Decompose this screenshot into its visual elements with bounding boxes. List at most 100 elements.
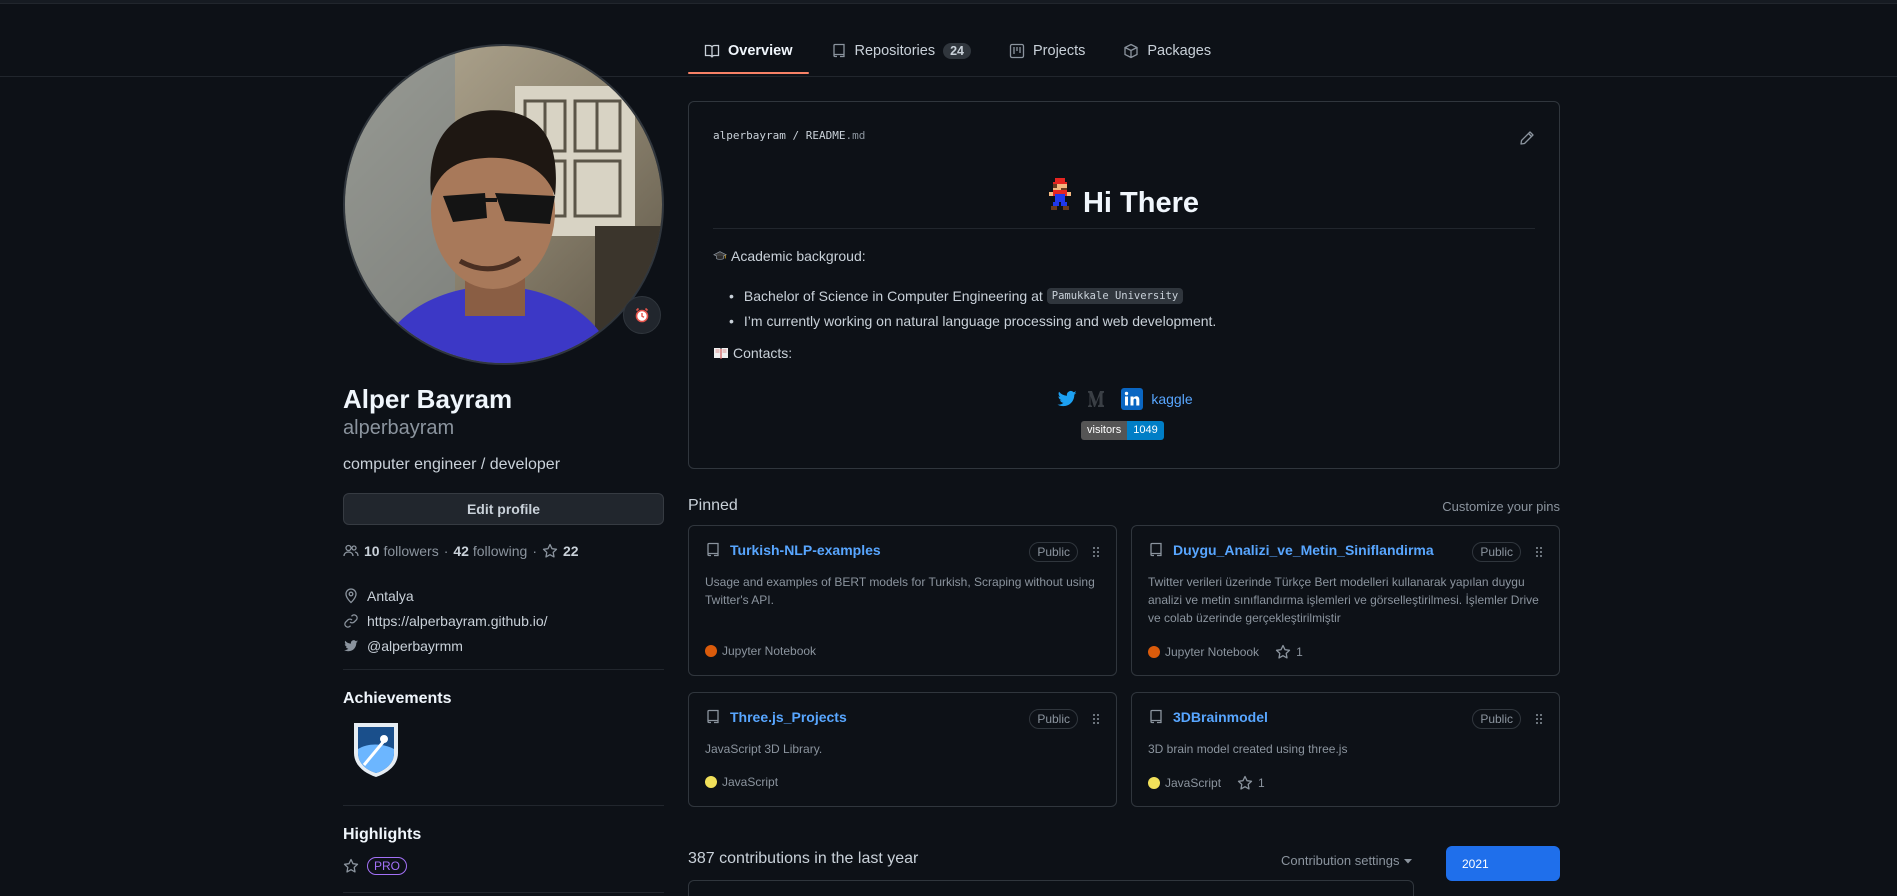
location-item: Antalya [343,583,548,608]
profile-tabs: Overview Repositories 24 Projects Packag… [688,34,1227,74]
repo-name-link[interactable]: Duygu_Analizi_ve_Metin_Siniflandirma [1173,542,1434,558]
tab-projects[interactable]: Projects [993,34,1101,74]
project-icon [1009,43,1025,59]
twitter-icon [343,638,359,654]
language-name: Jupyter Notebook [722,644,817,658]
stars-link[interactable]: 22 [542,543,579,559]
followers-link[interactable]: 10 followers [364,543,439,559]
university-code: Pamukkale University [1046,287,1184,304]
linkedin-icon[interactable] [1121,388,1144,410]
readme-bullets: Bachelor of Science in Computer Engineer… [741,283,1216,333]
edit-profile-button[interactable]: Edit profile [343,493,664,525]
website-link[interactable]: https://alperbayram.github.io/ [367,613,548,629]
readme-title: Hi There [1082,187,1200,219]
achievement-badge[interactable] [350,719,402,779]
pinned-title: Pinned [688,497,738,514]
mario-sprite-icon [1048,178,1073,214]
card-header: Three.js_Projects [705,709,847,725]
followers-count: 10 [364,543,380,559]
repo-description: JavaScript 3D Library. [705,742,823,756]
readme-file-name: README [805,129,846,142]
tab-packages[interactable]: Packages [1107,34,1227,74]
repo-stars-count: 1 [1296,645,1303,659]
contribution-settings-dropdown[interactable]: Contribution settings [1281,853,1412,868]
drag-handle-icon[interactable] [1092,713,1100,725]
visibility-badge: Public [1472,542,1521,562]
tab-overview-label: Overview [728,43,793,59]
repo-meta: JavaScript [705,775,778,789]
caret-down-icon [1403,857,1412,865]
graduation-cap-icon [713,249,727,263]
readme-card: alperbayram / README.md Hi There Academi… [688,101,1560,469]
contribution-graph [688,880,1414,896]
language-name: Jupyter Notebook [1165,645,1260,659]
pinned-repo-card: 3DBrainmodel Public 3D brain model creat… [1131,692,1560,807]
tab-overview[interactable]: Overview [688,34,809,74]
drag-handle-icon[interactable] [1092,546,1100,558]
repo-name-link[interactable]: Turkish-NLP-examples [730,542,881,558]
repo-language: JavaScript [1148,776,1221,790]
pencil-icon[interactable] [1519,130,1535,146]
repo-stars-link[interactable]: 1 [1237,775,1265,791]
drag-handle-icon[interactable] [1535,713,1543,725]
language-name: JavaScript [722,775,779,789]
stars-count: 22 [563,543,579,559]
profile-details: Antalya https://alperbayram.github.io/ @… [343,583,548,658]
highlights-title: Highlights [343,826,422,843]
repo-name-link[interactable]: 3DBrainmodel [1173,709,1268,725]
star-icon [343,858,359,874]
drag-handle-icon[interactable] [1535,546,1543,558]
kaggle-link[interactable]: kaggle [1151,391,1192,407]
year-2021-button[interactable]: 2021 [1446,846,1560,881]
repo-icon [705,709,721,725]
readme-heading: Hi There [713,166,1535,229]
twitter-handle[interactable]: @alperbayrmm [367,638,463,654]
location-text: Antalya [367,587,414,604]
sidebar-divider-2 [343,805,664,806]
readme-owner-link[interactable]: alperbayram [713,129,786,142]
repo-language: Jupyter Notebook [705,644,816,658]
repo-description: Twitter verileri üzerinde Türkçe Bert mo… [1148,575,1539,625]
profile-name: Alper Bayram [343,384,513,414]
contribution-settings-label: Contribution settings [1281,853,1400,868]
pinned-repo-card: Duygu_Analizi_ve_Metin_Siniflandirma Pub… [1131,525,1560,676]
repo-icon [1148,542,1164,558]
website-item[interactable]: https://alperbayram.github.io/ [343,608,548,633]
star-icon [1275,644,1291,660]
repo-meta: Jupyter Notebook 1 [1148,644,1303,660]
visitors-count: 1049 [1127,421,1164,440]
set-status-button[interactable] [623,296,661,334]
following-link[interactable]: 42 following [453,543,527,559]
list-item: Bachelor of Science in Computer Engineer… [741,283,1216,308]
stats-separator: · [443,543,449,559]
tab-repositories[interactable]: Repositories 24 [815,34,988,74]
pinned-repo-card: Three.js_Projects Public JavaScript 3D L… [688,692,1117,807]
medium-icon[interactable] [1087,388,1113,410]
pinned-repo-card: Turkish-NLP-examples Public Usage and ex… [688,525,1117,676]
followers-label: followers [383,543,439,559]
readme-path-separator: / [792,129,800,142]
stats-separator-2: · [532,543,538,559]
visibility-badge: Public [1472,709,1521,729]
visitors-badge: visitors 1049 [1081,421,1164,440]
readme-file-link[interactable]: README.md [806,129,866,142]
language-color-dot [1148,646,1160,658]
repo-description: Usage and examples of BERT models for Tu… [705,575,1095,607]
tab-projects-label: Projects [1033,43,1086,59]
customize-pins-link[interactable]: Customize your pins [1442,499,1560,514]
language-color-dot [705,645,717,657]
repo-stars-link[interactable]: 1 [1275,644,1303,660]
twitter-icon[interactable] [1055,388,1079,410]
achievements-title: Achievements [343,690,452,707]
avatar[interactable] [343,44,664,365]
repo-stars-count: 1 [1258,776,1265,790]
repo-name-link[interactable]: Three.js_Projects [730,709,847,725]
contacts-label: Contacts: [733,345,793,361]
twitter-item[interactable]: @alperbayrmm [343,633,548,658]
tab-packages-label: Packages [1147,43,1212,59]
repositories-count-badge: 24 [943,43,971,59]
contacts-line: Contacts: [713,345,792,361]
language-name: JavaScript [1165,776,1222,790]
pro-highlight: PRO [343,857,408,875]
repo-language: JavaScript [705,775,778,789]
